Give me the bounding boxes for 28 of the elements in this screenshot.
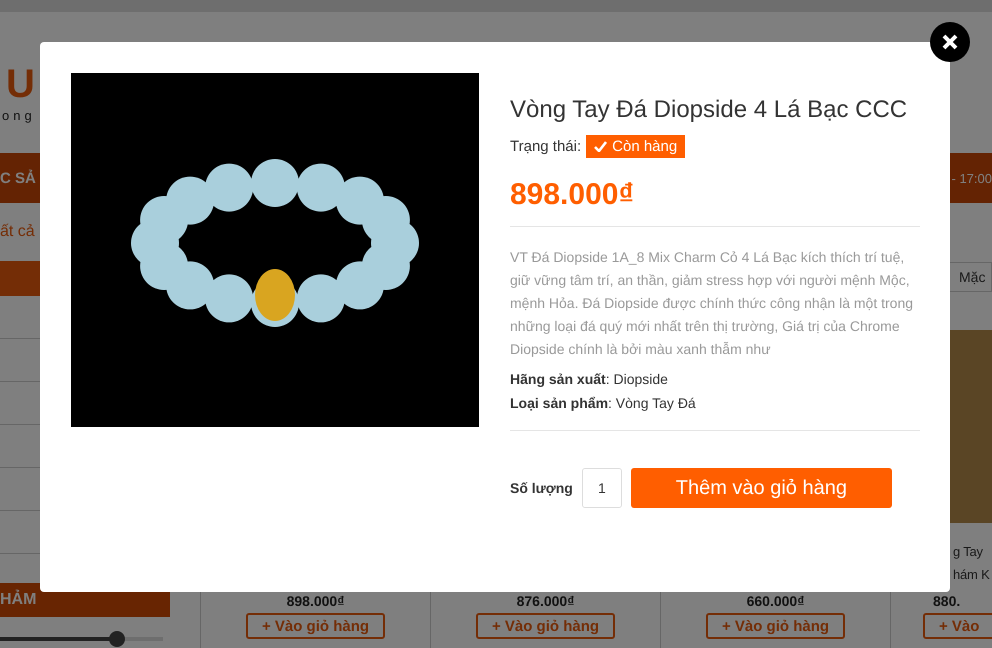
product-name[interactable]: g Tay [953,540,983,563]
tagline: ong [2,108,36,123]
add-to-cart-button[interactable]: Thêm vào giỏ hàng [630,468,892,508]
close-icon [942,34,958,50]
category-link[interactable]: ất cả [0,223,35,241]
logo-text: U [6,61,35,108]
slider-handle[interactable] [109,631,126,647]
status-label: Trạng thái: [510,138,582,155]
product-description: VT Đá Diopside 1A_8 Mix Charm Cỏ 4 Lá Bạc kích thích trí tuệ, giữ vững tâm trí, an thần, giảm stress hợp với người mệnh Mộc, mệnh Hỏa. Đá Diopside được chính thức công nhận là một trong những loại đá quý mới nhất trên thị trường, Giá trị của Chrome Diopside chính là bởi màu xanh thẫm như [510,248,914,359]
quantity-label: Số lượng [510,480,573,496]
stock-status-text: Còn hàng [612,138,678,155]
add-to-cart-button[interactable]: + Vào [923,613,992,639]
product-price: 660.000₫ [746,593,804,609]
add-to-cart-button[interactable]: + Vào giỏ hàng [706,613,846,639]
product-price: 898.000₫ [286,593,344,609]
product-name[interactable]: hám K [953,563,990,586]
check-icon [594,141,608,152]
product-price: 880. [933,593,960,609]
product-price: 876.000₫ [516,593,574,609]
nav-item[interactable]: C SẢ [0,170,36,186]
product-title: Vòng Tay Đá Diopside 4 Lá Bạc CCC [510,95,908,125]
quantity-field[interactable]: 1 [582,468,622,508]
add-to-cart-button[interactable]: + Vào giỏ hàng [246,613,386,639]
product-spec: Hãng sản xuất: Diopside [510,370,669,389]
opening-hours: - 17:00 [952,170,992,186]
add-to-cart-button[interactable]: + Vào giỏ hàng [476,613,616,639]
product-price: 898.000₫ [510,178,635,212]
product-spec: Loại sản phẩm: Vòng Tay Đá [510,394,697,413]
